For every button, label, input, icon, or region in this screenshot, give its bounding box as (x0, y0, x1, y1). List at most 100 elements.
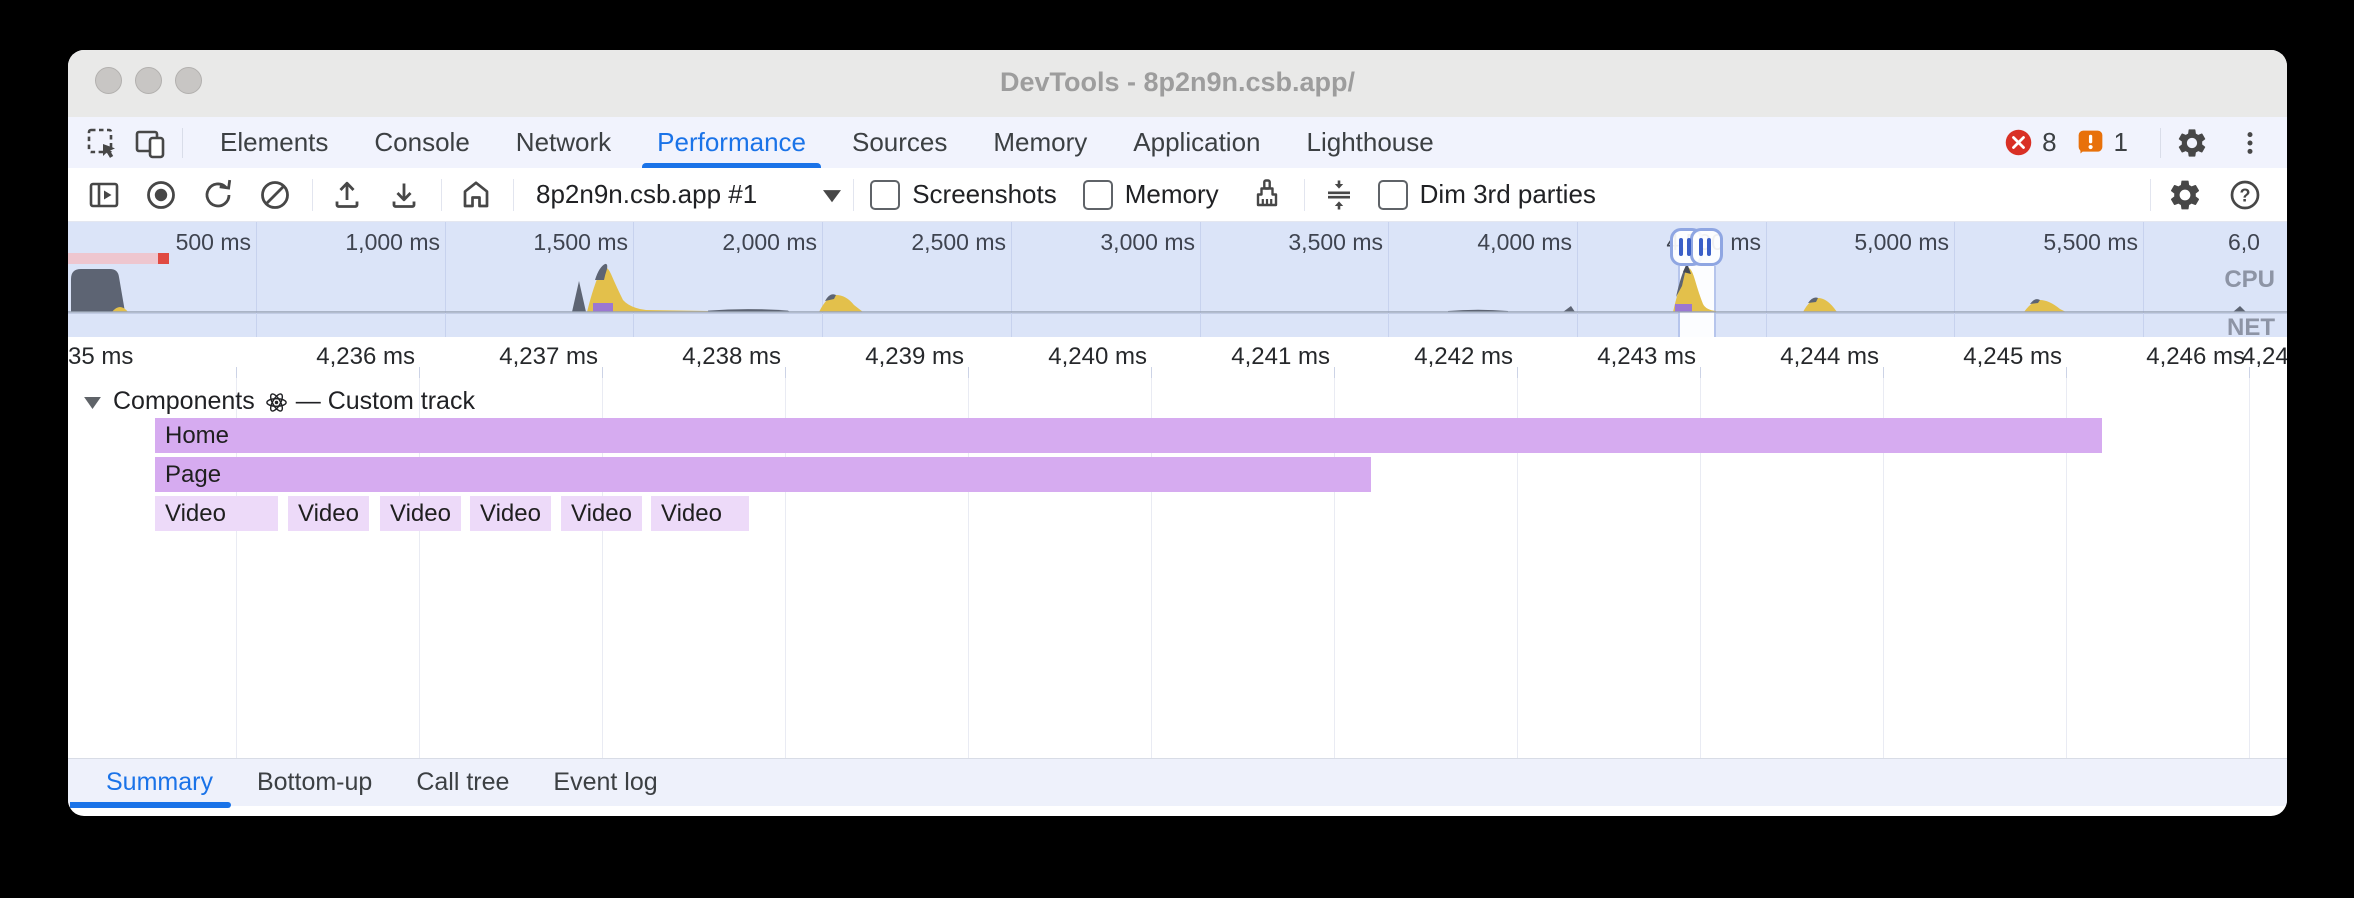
screenshots-checkbox[interactable] (870, 180, 900, 210)
device-toolbar-icon[interactable] (132, 125, 168, 161)
ruler-tick (419, 367, 420, 378)
ruler-tick (236, 367, 237, 378)
ruler-label: 4,236 ms (265, 343, 415, 371)
track-bar-video[interactable]: Video (561, 496, 642, 531)
performance-toolbar: 8p2n9n.csb.app #1 Screenshots Memory Dim… (68, 168, 2287, 222)
details-tab-call-tree[interactable]: Call tree (394, 759, 531, 807)
settings-gear-icon[interactable] (2175, 126, 2209, 160)
ruler-label: 4,246 ms (2095, 343, 2245, 371)
divider (513, 179, 514, 211)
panel-tab-bar: ElementsConsoleNetworkPerformanceSources… (68, 117, 2287, 168)
clear-button[interactable] (257, 177, 293, 213)
ruler-label: 4,238 ms (631, 343, 781, 371)
reload-record-button[interactable] (200, 177, 236, 213)
memory-checkbox-label[interactable]: Memory (1125, 179, 1219, 210)
grip-bar[interactable] (1687, 238, 1691, 256)
tab-console[interactable]: Console (351, 117, 492, 168)
track-bar-video[interactable]: Video (380, 496, 461, 531)
ruler-tick (1151, 367, 1152, 378)
track-bar-video[interactable]: Video (155, 496, 278, 531)
screenshots-checkbox-label[interactable]: Screenshots (912, 179, 1057, 210)
track-bar-home[interactable]: Home (155, 418, 2102, 453)
chevron-down-icon[interactable] (823, 190, 841, 203)
cpu-activity-chart (68, 222, 2287, 337)
capture-settings-gear-icon[interactable] (2167, 177, 2203, 213)
tab-performance[interactable]: Performance (634, 117, 829, 168)
ruler-tick (1883, 367, 1884, 378)
ruler-label: 35 ms (68, 343, 110, 371)
divider (1304, 179, 1305, 211)
track-bar-video[interactable]: Video (288, 496, 369, 531)
timeline-overview[interactable]: CPU NET 500 ms1,000 ms1,500 ms2,000 ms2,… (68, 222, 2287, 338)
collapse-sections-icon[interactable] (1321, 177, 1357, 213)
ruler-label: 4,240 ms (997, 343, 1147, 371)
tab-application[interactable]: Application (1110, 117, 1283, 168)
ruler-label: 4,237 ms (448, 343, 598, 371)
toolbar-right-group: ? (2152, 177, 2287, 213)
grip-bar[interactable] (1679, 238, 1683, 256)
divider (2150, 179, 2151, 211)
panel-tabs: ElementsConsoleNetworkPerformanceSources… (197, 117, 1457, 168)
ruler-label: 4,242 ms (1363, 343, 1513, 371)
track-gridline (2249, 378, 2250, 758)
ruler-label: 4,245 ms (1912, 343, 2062, 371)
kebab-menu-icon[interactable] (2235, 128, 2265, 158)
ruler-tick (1334, 367, 1335, 378)
download-profile-icon[interactable] (386, 177, 422, 213)
help-icon[interactable]: ? (2227, 177, 2263, 213)
ruler-tick (1700, 367, 1701, 378)
memory-checkbox[interactable] (1083, 180, 1113, 210)
dim-3rd-parties-label[interactable]: Dim 3rd parties (1420, 179, 1596, 210)
divider (2160, 128, 2161, 158)
details-tab-event-log[interactable]: Event log (531, 759, 679, 807)
ruler-label: 4,241 ms (1180, 343, 1330, 371)
title-bar: DevTools - 8p2n9n.csb.app/ (68, 50, 2287, 118)
tracks-area: Components — Custom track Home Page Video V… (68, 378, 2287, 758)
tab-lighthouse[interactable]: Lighthouse (1284, 117, 1457, 168)
ruler-tick (2249, 367, 2250, 378)
window-title: DevTools - 8p2n9n.csb.app/ (68, 50, 2287, 117)
error-icon[interactable] (2003, 127, 2034, 158)
tab-elements[interactable]: Elements (197, 117, 351, 168)
dim-3rd-parties-checkbox[interactable] (1378, 180, 1408, 210)
details-tab-summary[interactable]: Summary (84, 759, 235, 807)
record-button[interactable] (143, 177, 179, 213)
warning-icon[interactable] (2075, 127, 2106, 158)
home-icon[interactable] (458, 177, 494, 213)
toggle-sidebar-icon[interactable] (86, 177, 122, 213)
track-bar-page[interactable]: Page (155, 457, 1371, 492)
components-track-header[interactable]: Components — Custom track (84, 386, 475, 416)
target-selector[interactable]: 8p2n9n.csb.app #1 (536, 179, 757, 210)
divider (182, 128, 183, 158)
atom-icon (265, 391, 288, 414)
ruler-tick (968, 367, 969, 378)
error-count[interactable]: 8 (2042, 127, 2056, 158)
ruler-tick (785, 367, 786, 378)
grip-bar[interactable] (1707, 238, 1711, 256)
timeline-ruler: 35 ms 4,236 ms 4,237 ms 4,238 ms 4,239 ms 4,2… (68, 337, 2287, 379)
ruler-label: 4,243 ms (1546, 343, 1696, 371)
divider (853, 179, 854, 211)
warning-count[interactable]: 1 (2114, 127, 2128, 158)
track-bar-video[interactable]: Video (470, 496, 551, 531)
tab-memory[interactable]: Memory (970, 117, 1110, 168)
ruler-tick (1517, 367, 1518, 378)
ruler-tick (2066, 367, 2067, 378)
tab-network[interactable]: Network (493, 117, 634, 168)
svg-text:?: ? (2240, 185, 2251, 205)
details-tab-bar: SummaryBottom-upCall treeEvent log (68, 758, 2287, 806)
ruler-label: 4,239 ms (814, 343, 964, 371)
inspect-element-icon[interactable] (84, 125, 120, 161)
collect-garbage-icon[interactable] (1249, 177, 1285, 213)
tabbar-right-group: 8 1 (2003, 126, 2287, 160)
ruler-tick (602, 367, 603, 378)
devtools-window: DevTools - 8p2n9n.csb.app/ ElementsConso… (68, 50, 2287, 816)
grip-bar[interactable] (1699, 238, 1703, 256)
details-tab-bottom-up[interactable]: Bottom-up (235, 759, 394, 807)
track-subtitle: — Custom track (296, 387, 475, 416)
ruler-label: 4,244 ms (1729, 343, 1879, 371)
disclosure-triangle-icon[interactable] (84, 397, 101, 409)
track-bar-video[interactable]: Video (651, 496, 749, 531)
tab-sources[interactable]: Sources (829, 117, 970, 168)
upload-profile-icon[interactable] (329, 177, 365, 213)
